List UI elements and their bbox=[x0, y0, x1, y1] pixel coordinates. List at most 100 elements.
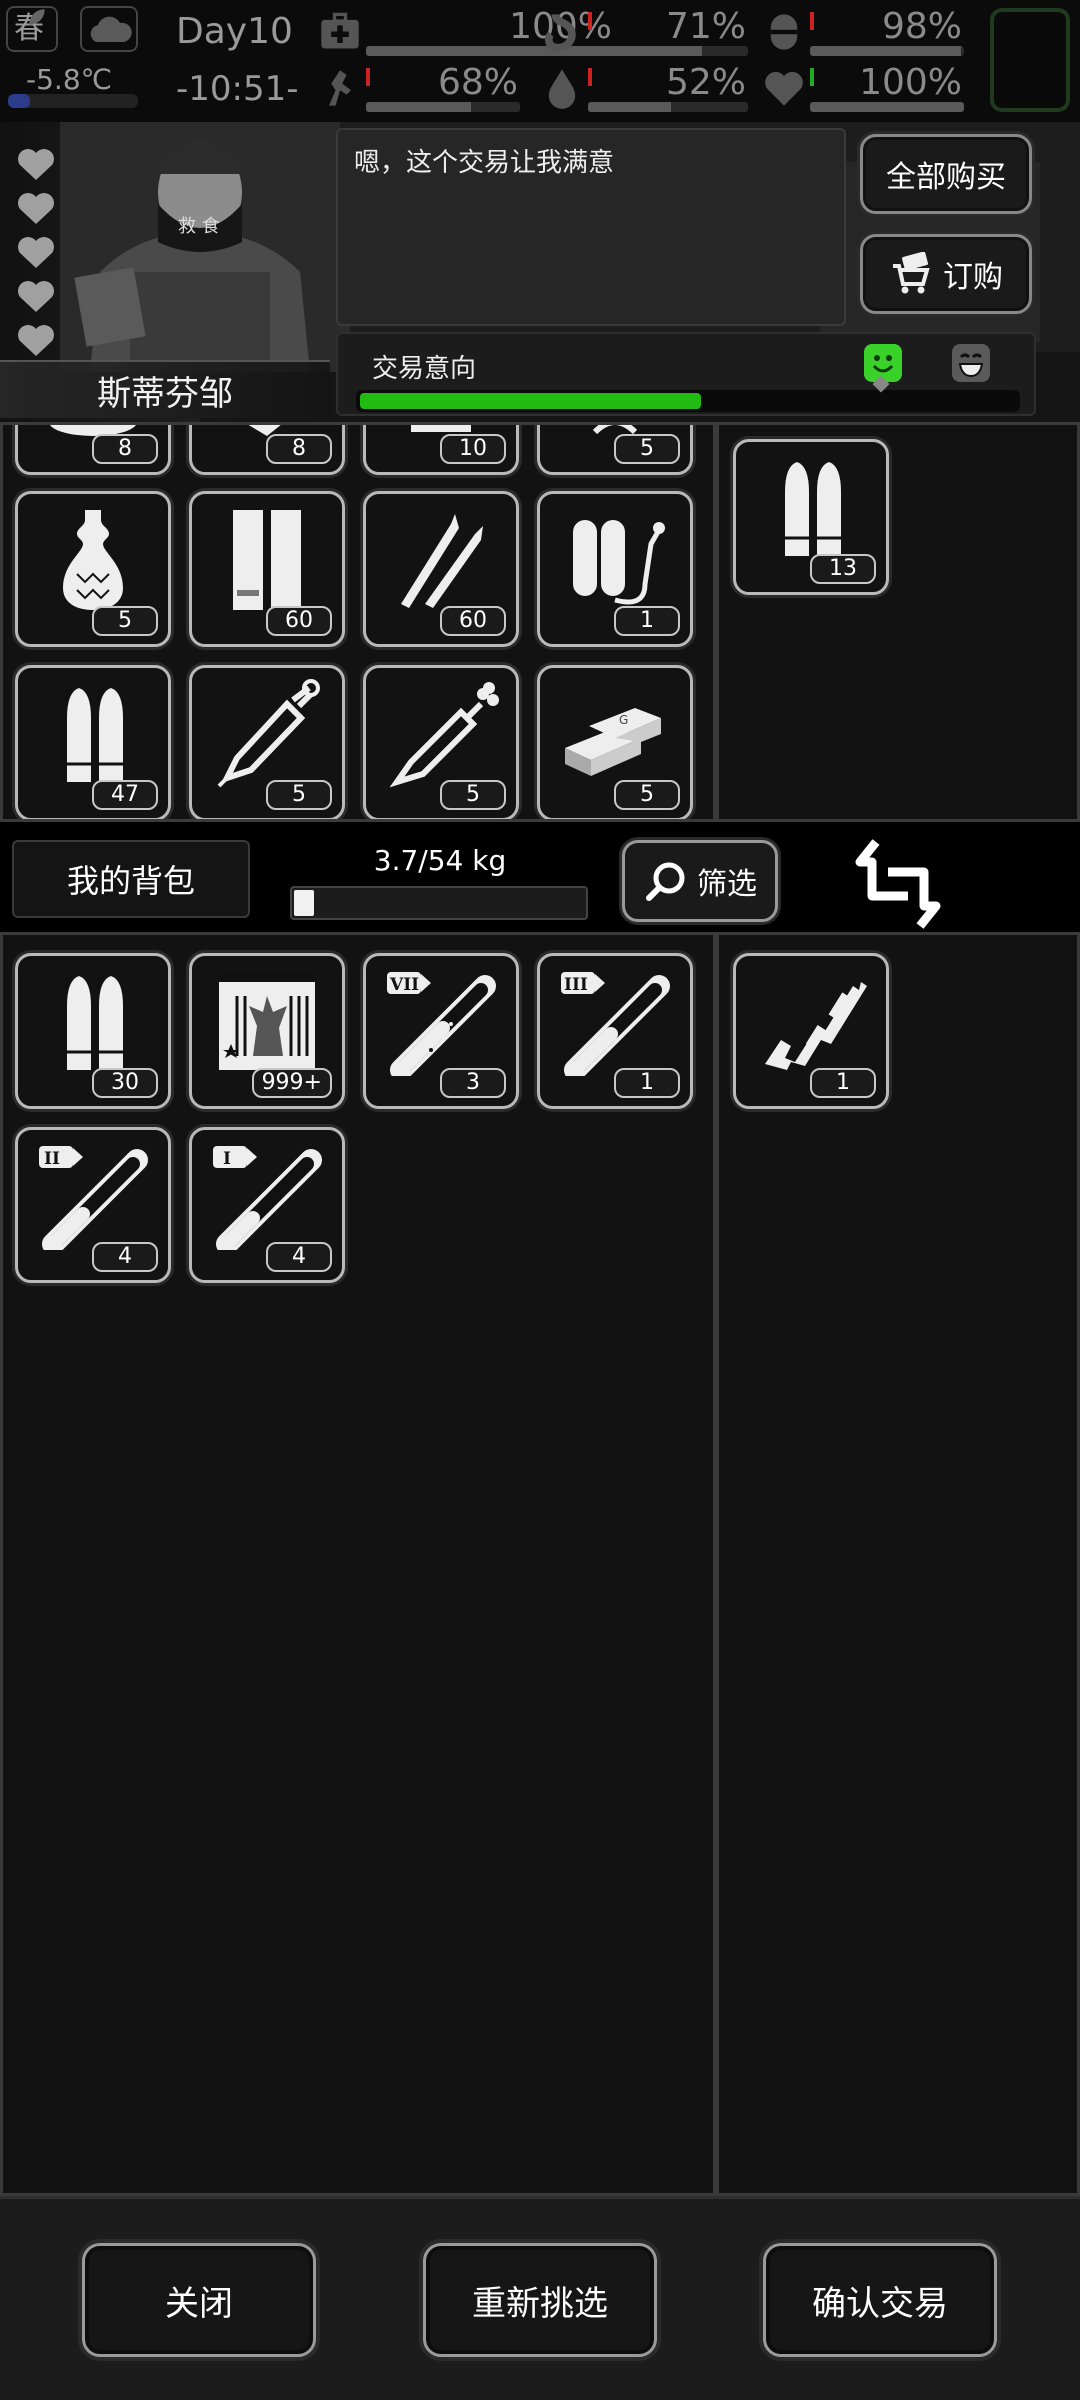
trader-item-slot[interactable]: 5 bbox=[15, 491, 171, 647]
trader-item-slot[interactable]: 1 bbox=[537, 491, 693, 647]
water-drop-icon bbox=[548, 69, 576, 109]
item-count: 47 bbox=[92, 780, 158, 810]
weight-text: 3.7/54 kg bbox=[373, 844, 507, 877]
trader-item-slot[interactable]: 10 bbox=[363, 425, 519, 475]
gold-bars-icon: G bbox=[565, 708, 661, 776]
hunger-stat: 71% bbox=[540, 4, 752, 58]
backpack-label: 我的背包 bbox=[12, 840, 250, 918]
close-label: 关闭 bbox=[165, 2283, 233, 2324]
hunger-bar bbox=[588, 46, 702, 56]
status-bar: 春 -5.8℃ Day10 -10:51- 100% 71% 98% 68% 5… bbox=[0, 0, 1080, 122]
medkit-icon bbox=[321, 12, 359, 49]
confirm-trade-button[interactable]: 确认交易 bbox=[763, 2243, 997, 2357]
trader-item-slot[interactable]: 5 bbox=[189, 665, 345, 819]
search-icon bbox=[646, 862, 685, 901]
temperature: -5.8℃ bbox=[26, 63, 113, 96]
bladder-stat: 98% bbox=[762, 4, 968, 58]
item-count: 5 bbox=[614, 780, 680, 810]
item-count: 5 bbox=[266, 780, 332, 810]
stamina-icon bbox=[329, 70, 351, 106]
heart-icon bbox=[18, 325, 54, 356]
pistol-rounds-icon bbox=[785, 462, 841, 556]
item-count: 999+ bbox=[251, 1068, 332, 1098]
item-count: 1 bbox=[614, 1068, 680, 1098]
item-count: 60 bbox=[266, 606, 332, 636]
zombie-poster-icon bbox=[219, 974, 315, 1070]
backpack-item-slot[interactable]: III 1 bbox=[537, 953, 693, 1109]
mood-bar bbox=[810, 102, 964, 112]
item-count: 5 bbox=[92, 606, 158, 636]
syringe-flower-icon bbox=[389, 682, 499, 788]
trader-inventory-panel: 8 8 10 5 5 60 60 1 47 5 5 G 5 bbox=[0, 422, 716, 822]
buy-all-button[interactable]: 全部购买 bbox=[860, 134, 1032, 214]
item-count: 4 bbox=[92, 1242, 158, 1272]
item-count: 4 bbox=[266, 1242, 332, 1272]
item-count: 10 bbox=[440, 434, 506, 464]
confirm-label: 确认交易 bbox=[812, 2283, 948, 2324]
svg-text:III: III bbox=[564, 975, 588, 995]
trade-intent-meter: 交易意向 bbox=[336, 332, 1036, 416]
magazine-icon bbox=[233, 510, 301, 610]
backpack-item-slot[interactable]: II 4 bbox=[15, 1127, 171, 1283]
time-label: -10:51- bbox=[176, 69, 299, 109]
day-label: Day10 bbox=[176, 11, 293, 52]
backpack-item-slot[interactable]: VII 3 bbox=[363, 953, 519, 1109]
weight-fill bbox=[294, 890, 314, 916]
minimap-button[interactable] bbox=[990, 8, 1070, 112]
my-offer-panel: 1 bbox=[716, 932, 1080, 2196]
intent-track bbox=[356, 390, 1020, 412]
pistol-rounds-icon bbox=[67, 976, 123, 1070]
filter-button[interactable]: 筛选 bbox=[622, 840, 778, 922]
item-count: 13 bbox=[810, 554, 876, 584]
backpack-item-slot[interactable]: I 4 bbox=[189, 1127, 345, 1283]
close-button[interactable]: 关闭 bbox=[82, 2243, 316, 2357]
item-count: 3 bbox=[440, 1068, 506, 1098]
mood-stat: 100% bbox=[762, 60, 968, 114]
bladder-icon bbox=[770, 14, 798, 50]
trader-hearts bbox=[16, 146, 60, 366]
trader-offer-slot[interactable]: 13 bbox=[733, 439, 889, 595]
trader-item-slot[interactable]: 8 bbox=[189, 425, 345, 475]
order-label: 订购 bbox=[943, 260, 1003, 295]
trader-item-slot[interactable]: 5 bbox=[363, 665, 519, 819]
temperature-bar bbox=[8, 94, 138, 108]
test-tube-icon: VII bbox=[387, 972, 496, 1076]
thirst-value: 52% bbox=[665, 62, 746, 103]
intent-label: 交易意向 bbox=[372, 354, 477, 384]
vase-icon bbox=[63, 510, 123, 610]
grin-face-icon bbox=[952, 344, 990, 382]
cart-icon bbox=[893, 252, 930, 294]
reselect-label: 重新挑选 bbox=[472, 2283, 608, 2324]
reselect-button[interactable]: 重新挑选 bbox=[423, 2243, 657, 2357]
trader-portrait: 救 食 bbox=[60, 122, 340, 372]
backpack-item-slot[interactable]: 30 bbox=[15, 953, 171, 1109]
trader-item-slot[interactable]: 60 bbox=[363, 491, 519, 647]
backpack-item-slot[interactable]: 999+ bbox=[189, 953, 345, 1109]
trader-item-slot[interactable]: 47 bbox=[15, 665, 171, 819]
trader-header: 救 食 斯蒂芬邹 嗯，这个交易让我满意 全部购买 订购 交易意向 bbox=[0, 122, 1080, 422]
my-offer-slot[interactable]: 1 bbox=[733, 953, 889, 1109]
trader-item-slot[interactable]: 60 bbox=[189, 491, 345, 647]
trader-item-slot[interactable]: 8 bbox=[15, 425, 171, 475]
oxygen-tank-icon bbox=[573, 520, 665, 605]
item-count: 60 bbox=[440, 606, 506, 636]
backpack-bar: 我的背包 3.7/54 kg 筛选 bbox=[0, 822, 1080, 932]
svg-text:救 食: 救 食 bbox=[178, 216, 220, 237]
weather-badge bbox=[80, 6, 138, 52]
item-count: 5 bbox=[440, 780, 506, 810]
trader-item-slot[interactable]: G 5 bbox=[537, 665, 693, 819]
leaf-icon bbox=[29, 9, 45, 25]
intent-fill bbox=[360, 393, 701, 409]
heart-icon bbox=[18, 149, 54, 180]
stamina-stat: 68% bbox=[318, 60, 524, 114]
pistol-rounds-icon bbox=[67, 688, 123, 782]
buy-all-label: 全部购买 bbox=[886, 160, 1006, 195]
bladder-bar bbox=[810, 46, 961, 56]
order-button[interactable]: 订购 bbox=[860, 234, 1032, 314]
item-count: 5 bbox=[614, 434, 680, 464]
trader-item-slot[interactable]: 5 bbox=[537, 425, 693, 475]
item-count: 30 bbox=[92, 1068, 158, 1098]
stomach-icon bbox=[544, 13, 576, 52]
swap-icon[interactable] bbox=[850, 836, 946, 932]
svg-text:II: II bbox=[44, 1149, 60, 1169]
